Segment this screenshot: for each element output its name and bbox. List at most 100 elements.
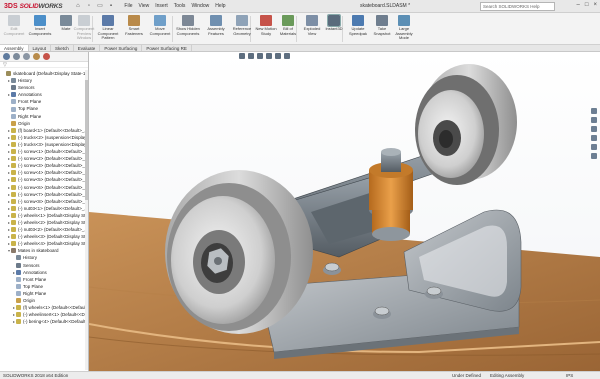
solidworks-logo[interactable]: 3DS SOLIDWORKS xyxy=(0,0,66,13)
update-speedpak-button[interactable]: Update Speedpak xyxy=(346,15,370,36)
tree-item[interactable]: ▸ Annotations xyxy=(0,91,86,98)
tree-item[interactable]: ▸ (-) nut03<1> (Default<<Default>_... xyxy=(0,205,86,212)
filter-icon[interactable]: ▽ xyxy=(0,62,88,68)
component-preview-icon xyxy=(78,15,90,26)
tree-item[interactable]: Sensors xyxy=(0,84,86,91)
tab-layout[interactable]: Layout xyxy=(29,45,52,51)
design-library-icon[interactable] xyxy=(591,117,597,123)
graphics-area[interactable] xyxy=(89,52,600,371)
tree-item[interactable]: Front Plane xyxy=(0,276,86,283)
display-manager-tab-icon[interactable] xyxy=(43,53,50,60)
ribbon-button-label: Large Assembly Mode xyxy=(395,26,413,41)
menu-window[interactable]: Window xyxy=(191,3,209,9)
tree-item[interactable]: Origin xyxy=(0,297,86,304)
menu-tools[interactable]: Tools xyxy=(174,3,186,9)
feature-manager-tab-icon[interactable] xyxy=(3,53,10,60)
take-snapshot-button[interactable]: Take Snapshot xyxy=(370,15,394,36)
show-hidden-components-button[interactable]: Show Hidden Components xyxy=(176,15,200,36)
linear-component-pattern-button[interactable]: Linear Component Pattern xyxy=(96,15,120,41)
tree-item[interactable]: ▸ (-) trucks<3> (suspension<Display... xyxy=(0,141,86,148)
tree-item[interactable]: ▸ (-) screw<2> (Default<<Default>_... xyxy=(0,155,86,162)
save-icon[interactable]: ▪ xyxy=(107,3,114,10)
tree-item[interactable]: skateboard (Default<Display State-1>) xyxy=(0,70,86,77)
tree-item[interactable]: ▸ (-) screw<8> (Default<<Default>_... xyxy=(0,198,86,205)
tab-sketch[interactable]: Sketch xyxy=(51,45,74,51)
status-units[interactable]: IPS xyxy=(566,372,573,379)
tree-item[interactable]: ▸ (-) bering<4> (Default<<Default... xyxy=(0,318,86,325)
linear-pattern-icon xyxy=(102,15,114,26)
assembly-features-button[interactable]: Assembly Features xyxy=(204,15,228,36)
tree-item[interactable]: ▸ (-) screw<1> (Default<<Default>_... xyxy=(0,148,86,155)
skateboard-model[interactable] xyxy=(89,52,600,371)
move-component-button[interactable]: Move Component xyxy=(148,15,172,36)
new-document-icon[interactable]: ▫ xyxy=(85,3,92,10)
reference-geometry-button[interactable]: Reference Geometry xyxy=(230,15,254,36)
tree-item[interactable]: ▸ (f) board<1> (Default<<Default>_... xyxy=(0,127,86,134)
menu-insert[interactable]: Insert xyxy=(155,3,168,9)
tree-item-icon xyxy=(11,127,16,133)
view-palette-icon[interactable] xyxy=(591,135,597,141)
smart-fasteners-button[interactable]: Smart Fasteners xyxy=(122,15,146,36)
tree-item[interactable]: ▸ (-) screw<7> (Default<<Default>_... xyxy=(0,191,86,198)
menu-help[interactable]: Help xyxy=(215,3,225,9)
tree-item-label: (-) nut03<1> (Default<<Default>_... xyxy=(18,205,86,211)
minimize-icon[interactable]: – xyxy=(577,2,580,8)
tree-item[interactable]: Top Plane xyxy=(0,283,86,290)
wheel-front[interactable] xyxy=(165,170,313,334)
instant3d-button[interactable]: Instant3D xyxy=(322,14,346,32)
tree-item[interactable]: ▸ (-) wheels<4> (Default<Display St... xyxy=(0,240,86,247)
custom-properties-icon[interactable] xyxy=(591,153,597,159)
dimxpert-tab-icon[interactable] xyxy=(33,53,40,60)
help-search-input[interactable]: Search SOLIDWORKS Help xyxy=(480,2,555,11)
property-manager-tab-icon[interactable] xyxy=(13,53,20,60)
wheel-rear[interactable] xyxy=(415,64,517,185)
ribbon-button-label: New Motion Study xyxy=(255,26,277,36)
menu-file[interactable]: File xyxy=(124,3,132,9)
resources-icon[interactable] xyxy=(591,108,597,114)
tree-item[interactable]: ▸(f) wheels<1> (Default<<Default>... xyxy=(0,304,86,311)
tree-item[interactable]: Origin xyxy=(0,120,86,127)
tree-item[interactable]: ▸ (-) trucks<2> (suspension<Display... xyxy=(0,134,86,141)
tree-item[interactable]: ▸ (-) wheels<3> (Default<Display St... xyxy=(0,233,86,240)
tree-item[interactable]: ▸ (-) wheelinsert<1> (Default<<D... xyxy=(0,311,86,318)
tree-item[interactable]: ▾ Mates in skateboard xyxy=(0,247,86,254)
menu-view[interactable]: View xyxy=(138,3,149,9)
tree-item[interactable]: ▸ (-) nut03<2> (Default<<Default>_... xyxy=(0,226,86,233)
close-icon[interactable]: × xyxy=(593,2,597,8)
configuration-manager-tab-icon[interactable] xyxy=(23,53,30,60)
tab-assembly[interactable]: Assembly xyxy=(0,45,29,51)
exploded-view-button[interactable]: Exploded View xyxy=(300,15,324,36)
tree-item[interactable]: Right Plane xyxy=(0,290,86,297)
large-assembly-mode-button[interactable]: Large Assembly Mode xyxy=(392,15,416,41)
ribbon-separator xyxy=(172,16,173,42)
file-explorer-icon[interactable] xyxy=(591,126,597,132)
tree-item[interactable]: ▸ (-) screw<3> (Default<<Default>_... xyxy=(0,162,86,169)
tree-item-icon xyxy=(16,276,21,282)
scrollbar-thumb[interactable] xyxy=(85,80,88,200)
tab-power-surfacing[interactable]: Power Surfacing xyxy=(100,45,143,51)
new-motion-study-button[interactable]: New Motion Study xyxy=(254,15,278,36)
edit-component-button[interactable]: Edit Component xyxy=(2,15,26,36)
open-icon[interactable]: ▭ xyxy=(96,3,103,10)
tree-item[interactable]: ▸ (-) screw<4> (Default<<Default>_... xyxy=(0,169,86,176)
maximize-icon[interactable]: □ xyxy=(585,2,589,8)
insert-components-button[interactable]: Insert Components xyxy=(28,15,52,36)
tree-item[interactable]: ▸ (-) wheels<1> (Default<Display St... xyxy=(0,212,86,219)
tree-item[interactable]: Front Plane xyxy=(0,98,86,105)
tree-item[interactable]: Top Plane xyxy=(0,105,86,112)
component-preview-window-button[interactable]: Component Preview Window xyxy=(72,15,96,41)
tree-item[interactable]: ▸ (-) screw<5> (Default<<Default>_... xyxy=(0,176,86,183)
home-icon[interactable]: ⌂ xyxy=(74,3,81,10)
tree-item[interactable]: ▸ Annotations xyxy=(0,269,86,276)
tree-item[interactable]: History xyxy=(0,254,86,261)
tab-evaluate[interactable]: Evaluate xyxy=(74,45,101,51)
tab-power-surfacing-re[interactable]: Power Surfacing RE xyxy=(142,45,192,51)
tree-item[interactable]: ▸ (-) wheels<2> (Default<Display St... xyxy=(0,219,86,226)
bill-of-materials-button[interactable]: Bill of Materials xyxy=(276,15,300,36)
appearances-icon[interactable] xyxy=(591,144,597,150)
tree-item[interactable]: Sensors xyxy=(0,262,86,269)
tree-item[interactable]: ▸ (-) screw<6> (Default<<Default>_... xyxy=(0,184,86,191)
tree-item[interactable]: ▸ History xyxy=(0,77,86,84)
tree-scrollbar[interactable] xyxy=(85,70,88,370)
tree-item[interactable]: Right Plane xyxy=(0,113,86,120)
